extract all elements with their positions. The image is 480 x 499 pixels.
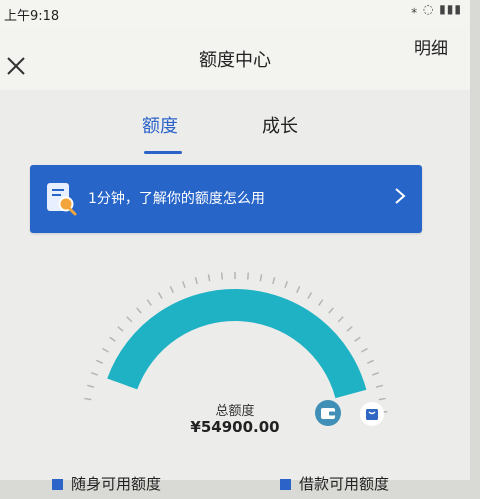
gauge-tick bbox=[157, 292, 163, 299]
gauge-tick bbox=[220, 272, 224, 280]
chevron-right-icon bbox=[394, 187, 406, 205]
status-bar: 上午9:18 ⁎ ◌ ▮▮▮ bbox=[0, 0, 470, 28]
gauge-tick bbox=[272, 277, 276, 285]
banner-text: 1分钟，了解你的额度怎么用 bbox=[88, 191, 265, 207]
total-quota-value: ¥54900.00 bbox=[190, 418, 280, 436]
gauge-tick bbox=[367, 359, 374, 364]
gauge-tick bbox=[354, 336, 361, 342]
gauge-tick bbox=[318, 299, 324, 306]
gauge-tick bbox=[181, 280, 186, 289]
gauge-tick bbox=[169, 286, 174, 293]
gauge-tick bbox=[126, 316, 133, 323]
total-quota-label: 总额度 bbox=[215, 404, 255, 419]
gauge-tick bbox=[96, 359, 103, 364]
gauge-tick bbox=[296, 286, 301, 293]
tab-growth[interactable]: 成长 bbox=[262, 112, 298, 138]
legend-label: 借款可用额度 bbox=[299, 475, 390, 493]
gauge-tick bbox=[102, 347, 109, 353]
gauge-tick bbox=[337, 316, 344, 323]
page-title: 额度中心 bbox=[199, 50, 271, 71]
quota-gauge: 总额度 ¥54900.00 bbox=[70, 265, 410, 495]
gauge-chart bbox=[84, 272, 388, 414]
legend-swatch bbox=[280, 479, 291, 490]
legend-label: 随身可用额度 bbox=[71, 475, 162, 493]
gauge-tick bbox=[259, 274, 263, 282]
gauge-tick bbox=[117, 326, 124, 332]
status-time: 上午9:18 bbox=[4, 9, 60, 24]
legend-swatch bbox=[52, 479, 63, 490]
gauge-tick bbox=[361, 347, 368, 353]
gauge-tick bbox=[346, 326, 353, 332]
legend-portable-quota: 随身可用额度 bbox=[52, 473, 161, 494]
gauge-tick bbox=[136, 307, 142, 314]
wallet-icon bbox=[314, 399, 342, 427]
document-search-icon bbox=[44, 181, 80, 217]
gauge-tick bbox=[284, 280, 289, 289]
active-tab-indicator bbox=[144, 151, 182, 154]
guide-banner[interactable]: 1分钟，了解你的额度怎么用 bbox=[30, 165, 422, 233]
gauge-tick bbox=[87, 384, 95, 388]
gauge-tick bbox=[146, 299, 152, 306]
gauge-tick bbox=[109, 336, 116, 342]
gauge-tick bbox=[194, 277, 198, 285]
status-icons: ⁎ ◌ ▮▮▮ bbox=[411, 2, 462, 16]
tab-quota[interactable]: 额度 bbox=[142, 112, 178, 138]
gauge-tick bbox=[375, 384, 383, 388]
gauge-tick bbox=[246, 272, 250, 280]
gauge-tick bbox=[328, 307, 334, 314]
gauge-tick bbox=[90, 371, 99, 376]
detail-link[interactable]: 明细 bbox=[414, 34, 448, 59]
nav-bar: 额度中心 明细 bbox=[0, 28, 470, 90]
gauge-tick bbox=[207, 274, 211, 282]
gauge-arc bbox=[107, 289, 367, 399]
phone-screen: 上午9:18 ⁎ ◌ ▮▮▮ 额度中心 明细 额度 成长 1分钟，了解你的额度怎… bbox=[0, 0, 470, 493]
main-content: 额度 成长 1分钟，了解你的额度怎么用 总额度 ¥54900.00 随身可用额度… bbox=[0, 90, 470, 493]
shopping-bag-icon bbox=[359, 401, 385, 427]
gauge-tick bbox=[371, 371, 380, 376]
legend-loan-quota: 借款可用额度 bbox=[280, 473, 389, 494]
gauge-tick bbox=[307, 292, 313, 299]
